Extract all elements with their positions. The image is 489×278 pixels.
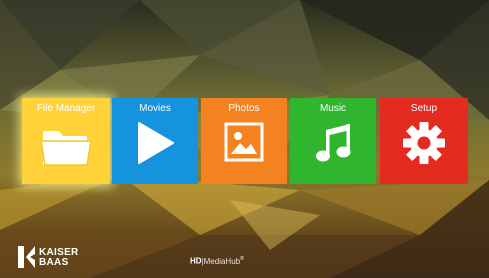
kaiser-baas-logo-icon	[18, 246, 35, 268]
main-menu: File Manager Movies Photos Music Setup	[22, 98, 468, 184]
setup-label: Setup	[410, 103, 438, 114]
product-title: MediaHub	[203, 256, 241, 266]
product-prefix: HD	[190, 256, 202, 266]
movies-label: Movies	[139, 103, 171, 114]
music-tile[interactable]: Music	[290, 98, 376, 184]
trademark-symbol: ®	[240, 256, 244, 262]
image-icon	[224, 122, 264, 162]
gear-icon	[403, 122, 445, 164]
product-name: HD|MediaHub®	[190, 252, 302, 266]
music-note-icon	[316, 124, 351, 162]
setup-tile[interactable]: Setup	[380, 98, 468, 184]
photos-label: Photos	[228, 103, 260, 114]
movies-tile[interactable]: Movies	[112, 98, 198, 184]
music-label: Music	[319, 103, 347, 114]
media-hub-home-screen: File Manager Movies Photos Music Setup K…	[0, 0, 489, 278]
kaiser-baas-logo: KAISER BAAS	[18, 246, 96, 270]
play-icon	[138, 122, 174, 164]
folder-icon	[41, 131, 91, 166]
brand-name-line2: BAAS	[39, 257, 69, 268]
photos-tile[interactable]: Photos	[201, 98, 287, 184]
file-manager-label: File Manager	[36, 103, 96, 114]
file-manager-tile[interactable]: File Manager	[22, 98, 110, 184]
